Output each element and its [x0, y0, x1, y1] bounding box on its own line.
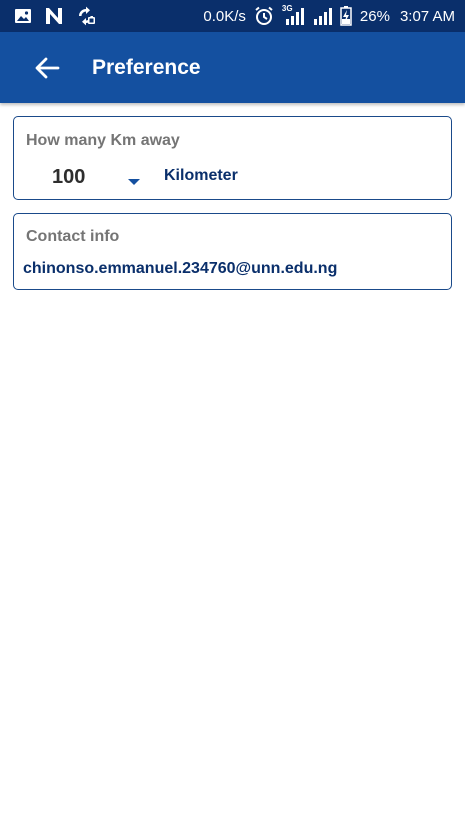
signal-icon: [312, 6, 332, 26]
signal-3g-icon: 3G: [281, 4, 304, 26]
arrow-back-icon: [35, 57, 60, 78]
page-title: Preference: [92, 55, 201, 79]
image-icon: [14, 7, 32, 25]
distance-dropdown[interactable]: 100: [36, 163, 146, 191]
dropdown-arrow-icon: [127, 173, 141, 191]
status-bar-right: 0.0K/s 3G 26% 3:07 AM: [203, 4, 455, 26]
sync-icon: [76, 6, 96, 26]
battery-charging-icon: [340, 6, 352, 26]
contact-card: Contact info chinonso.emmanuel.234760@un…: [13, 213, 452, 290]
network-type: 3G: [281, 4, 293, 13]
app-bar: Preference: [0, 32, 465, 103]
clock: 3:07 AM: [399, 7, 455, 25]
n-icon: [44, 7, 64, 25]
back-button[interactable]: [22, 43, 72, 93]
distance-label: How many Km away: [26, 132, 180, 149]
status-bar-left: [14, 6, 96, 26]
net-speed: 0.0K/s: [203, 7, 246, 25]
contact-email[interactable]: chinonso.emmanuel.234760@unn.edu.ng: [23, 260, 337, 278]
distance-card: How many Km away 100 Kilometer: [13, 116, 452, 200]
status-bar: 0.0K/s 3G 26% 3:07 AM: [0, 0, 465, 32]
battery-level: 26%: [359, 7, 390, 25]
distance-unit: Kilometer: [164, 167, 238, 184]
distance-selected-value: 100: [52, 165, 86, 188]
contact-label: Contact info: [26, 228, 120, 245]
alarm-icon: [254, 6, 274, 26]
